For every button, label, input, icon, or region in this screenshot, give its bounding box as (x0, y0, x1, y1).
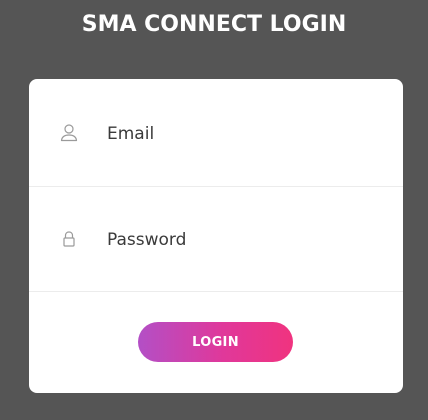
page-title: SMA CONNECT LOGIN (81, 12, 347, 37)
login-button[interactable]: LOGIN (138, 322, 293, 362)
password-row (29, 187, 403, 293)
user-icon (59, 123, 79, 143)
login-card: LOGIN (29, 79, 403, 393)
lock-icon (59, 229, 79, 249)
email-field[interactable] (107, 121, 367, 147)
email-row (29, 81, 403, 187)
password-field[interactable] (107, 227, 367, 253)
divider (29, 291, 403, 292)
